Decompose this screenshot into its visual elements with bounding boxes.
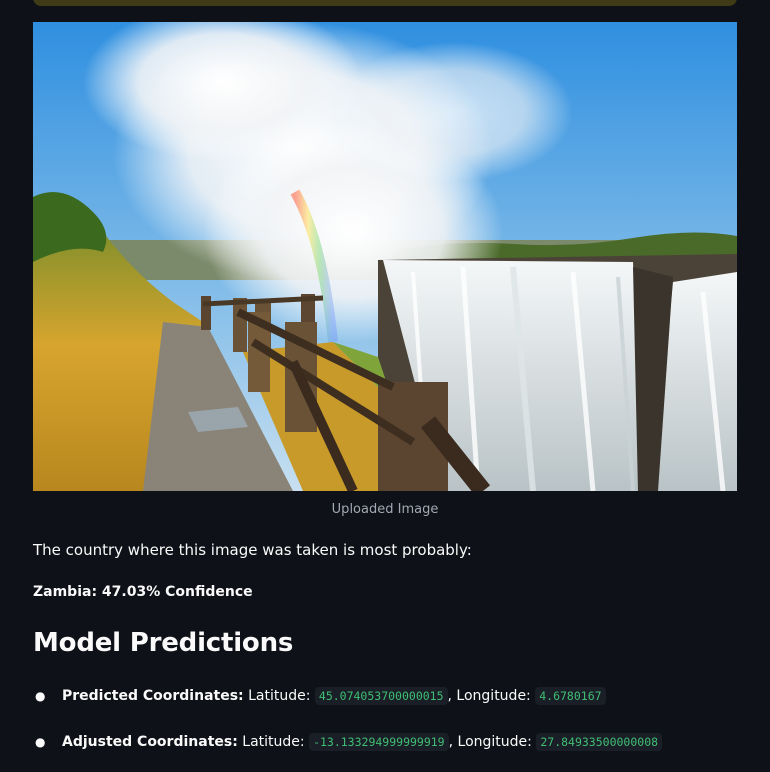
adjusted-latitude-value: -13.133294999999919 xyxy=(309,733,449,751)
bullet-icon: ● xyxy=(35,689,46,703)
adjusted-coordinates-label: Adjusted Coordinates: xyxy=(62,734,238,750)
predicted-coordinates-label: Predicted Coordinates: xyxy=(62,688,244,704)
list-item-predicted-coordinates: ● Predicted Coordinates: Latitude: 45.07… xyxy=(33,684,753,708)
top-banner xyxy=(33,0,737,6)
model-predictions-heading: Model Predictions xyxy=(33,628,294,658)
latitude-label: Latitude: xyxy=(242,734,305,750)
separator: , xyxy=(447,688,452,704)
uploaded-image xyxy=(33,22,737,491)
waterfall-photo xyxy=(33,22,737,491)
longitude-label: Longitude: xyxy=(456,688,531,704)
predicted-longitude-value: 4.6780167 xyxy=(535,687,606,705)
intro-text: The country where this image was taken i… xyxy=(33,541,472,559)
app-page: Uploaded Image The country where this im… xyxy=(0,0,770,772)
predictions-list: ● Predicted Coordinates: Latitude: 45.07… xyxy=(33,684,753,772)
image-caption: Uploaded Image xyxy=(331,502,439,517)
prediction-result: Zambia: 47.03% Confidence xyxy=(33,584,253,600)
longitude-label: Longitude: xyxy=(457,734,532,750)
latitude-label: Latitude: xyxy=(248,688,311,704)
separator: , xyxy=(448,734,454,750)
bullet-icon: ● xyxy=(35,735,46,749)
adjusted-longitude-value: 27.84933500000008 xyxy=(536,733,663,751)
predicted-latitude-value: 45.074053700000015 xyxy=(314,687,448,705)
list-item-adjusted-coordinates: ● Adjusted Coordinates: Latitude: -13.13… xyxy=(33,730,753,754)
